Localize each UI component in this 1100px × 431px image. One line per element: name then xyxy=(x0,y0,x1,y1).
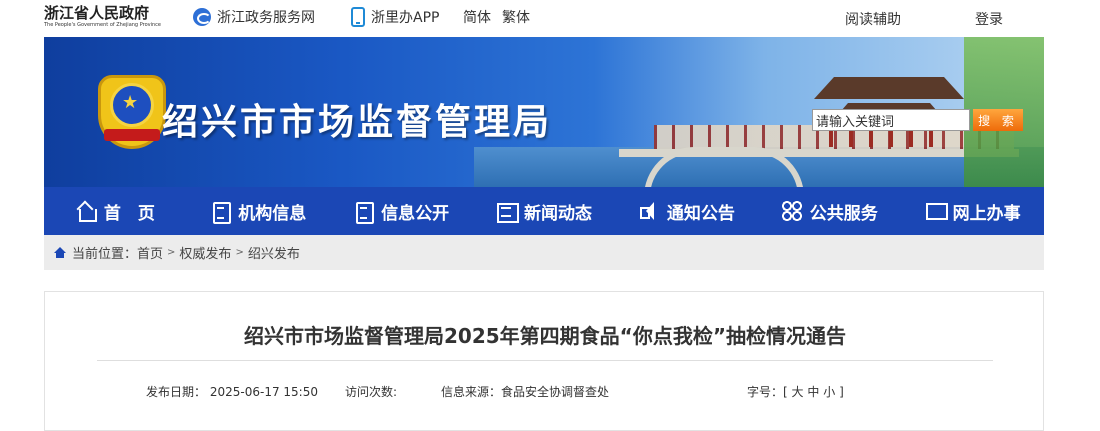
simplified-chinese-link[interactable]: 简体 xyxy=(463,6,491,28)
nav-item-info-disclosure[interactable]: 信息公开 xyxy=(330,187,473,235)
simplified-label: 简体 xyxy=(463,10,491,26)
market-supervision-emblem-icon: ★ xyxy=(94,71,170,153)
zhejiang-gov-logo[interactable]: 浙江省人民政府 The People's Government of Zheji… xyxy=(44,4,164,34)
nav-item-news[interactable]: 新闻动态 xyxy=(473,187,616,235)
nav-item-label: 网上办事 xyxy=(952,203,1021,224)
header-banner: ★ 绍兴市市场监督管理局 搜 索 xyxy=(44,37,1044,187)
publish-date-meta: 发布日期： 2025-06-17 15:50 xyxy=(146,383,318,400)
breadcrumb-prefix: 当前位置： xyxy=(72,247,138,262)
monitor-icon xyxy=(925,201,948,221)
nav-item-label: 新闻动态 xyxy=(524,203,592,224)
top-utility-bar: 浙江省人民政府 The People's Government of Zheji… xyxy=(0,0,1100,37)
grid-icon xyxy=(781,201,802,221)
article-card: 绍兴市市场监督管理局2025年第四期食品“你点我检”抽检情况通告 发布日期： 2… xyxy=(44,291,1044,431)
source-meta: 信息来源：食品安全协调督查处 xyxy=(441,383,609,400)
nav-item-notices[interactable]: 通知公告 xyxy=(615,187,758,235)
gov-name: 浙江省人民政府 xyxy=(44,4,150,22)
service-network-icon xyxy=(193,8,211,26)
document-list-icon xyxy=(353,201,375,224)
breadcrumb-shaoxing-release[interactable]: 绍兴发布 xyxy=(248,243,300,262)
nav-item-public-services[interactable]: 公共服务 xyxy=(758,187,901,235)
login-label: 登录 xyxy=(975,12,1003,28)
newspaper-icon xyxy=(496,201,519,223)
font-size-bracket-open: [ xyxy=(783,385,788,399)
nav-item-label: 机构信息 xyxy=(238,203,307,224)
zheliban-label: 浙里办APP xyxy=(371,10,440,26)
source-label: 信息来源： xyxy=(441,385,502,399)
publish-date-label: 发布日期： xyxy=(146,385,207,399)
speaker-icon xyxy=(639,201,659,221)
traditional-label: 繁体 xyxy=(502,10,530,26)
gov-name-en: The People's Government of Zhejiang Prov… xyxy=(44,22,161,28)
article-title: 绍兴市市场监督管理局2025年第四期食品“你点我检”抽检情况通告 xyxy=(244,324,846,348)
nav-item-label: 信息公开 xyxy=(381,203,450,224)
source-value: 食品安全协调督查处 xyxy=(501,385,610,399)
nav-item-label: 通知公告 xyxy=(666,203,735,224)
home-icon xyxy=(76,201,97,222)
title-divider xyxy=(97,360,993,361)
search-input[interactable] xyxy=(812,109,970,131)
zheliban-app-link[interactable]: 浙里办APP xyxy=(351,6,439,28)
nav-item-label: 首 页 xyxy=(103,203,155,224)
breadcrumb-separator: > xyxy=(235,247,244,258)
reading-aid-link[interactable]: 阅读辅助 xyxy=(845,8,901,30)
zjzwfw-link[interactable]: 浙江政务服务网 xyxy=(193,6,315,28)
font-size-switcher: 字号：[ 大 中 小 ] xyxy=(747,383,844,400)
zjzwfw-label: 浙江政务服务网 xyxy=(217,10,315,26)
agency-title: 绍兴市市场监督管理局 xyxy=(162,102,553,143)
reading-aid-label: 阅读辅助 xyxy=(845,12,901,28)
breadcrumb-home[interactable]: 首页 xyxy=(137,243,163,262)
login-link[interactable]: 登录 xyxy=(975,8,1003,30)
breadcrumb-authoritative-release[interactable]: 权威发布 xyxy=(179,243,231,262)
document-icon xyxy=(210,201,232,224)
font-size-medium[interactable]: 中 xyxy=(807,385,819,399)
publish-date-value: 2025-06-17 15:50 xyxy=(209,385,318,399)
nav-item-agency-info[interactable]: 机构信息 xyxy=(187,187,330,235)
visits-meta: 访问次数: xyxy=(345,383,397,400)
nav-item-online-services[interactable]: 网上办事 xyxy=(901,187,1044,235)
font-size-small[interactable]: 小 xyxy=(823,385,835,399)
font-size-bracket-close: ] xyxy=(839,385,844,399)
font-size-large[interactable]: 大 xyxy=(792,385,804,399)
phone-icon xyxy=(351,7,365,27)
font-size-label: 字号： xyxy=(747,385,784,399)
breadcrumb-separator: > xyxy=(167,247,176,258)
main-nav: 首 页 机构信息 信息公开 新闻动态 通知公告 公共服务 网上办事 xyxy=(44,187,1044,235)
visits-label: 访问次数: xyxy=(345,385,398,399)
breadcrumb: 当前位置： 首页 > 权威发布 > 绍兴发布 xyxy=(44,235,1044,270)
nav-item-home[interactable]: 首 页 xyxy=(44,187,187,235)
nav-item-label: 公共服务 xyxy=(809,203,878,224)
search-button[interactable]: 搜 索 xyxy=(973,109,1023,131)
location-home-icon xyxy=(54,246,66,259)
traditional-chinese-link[interactable]: 繁体 xyxy=(502,6,530,28)
